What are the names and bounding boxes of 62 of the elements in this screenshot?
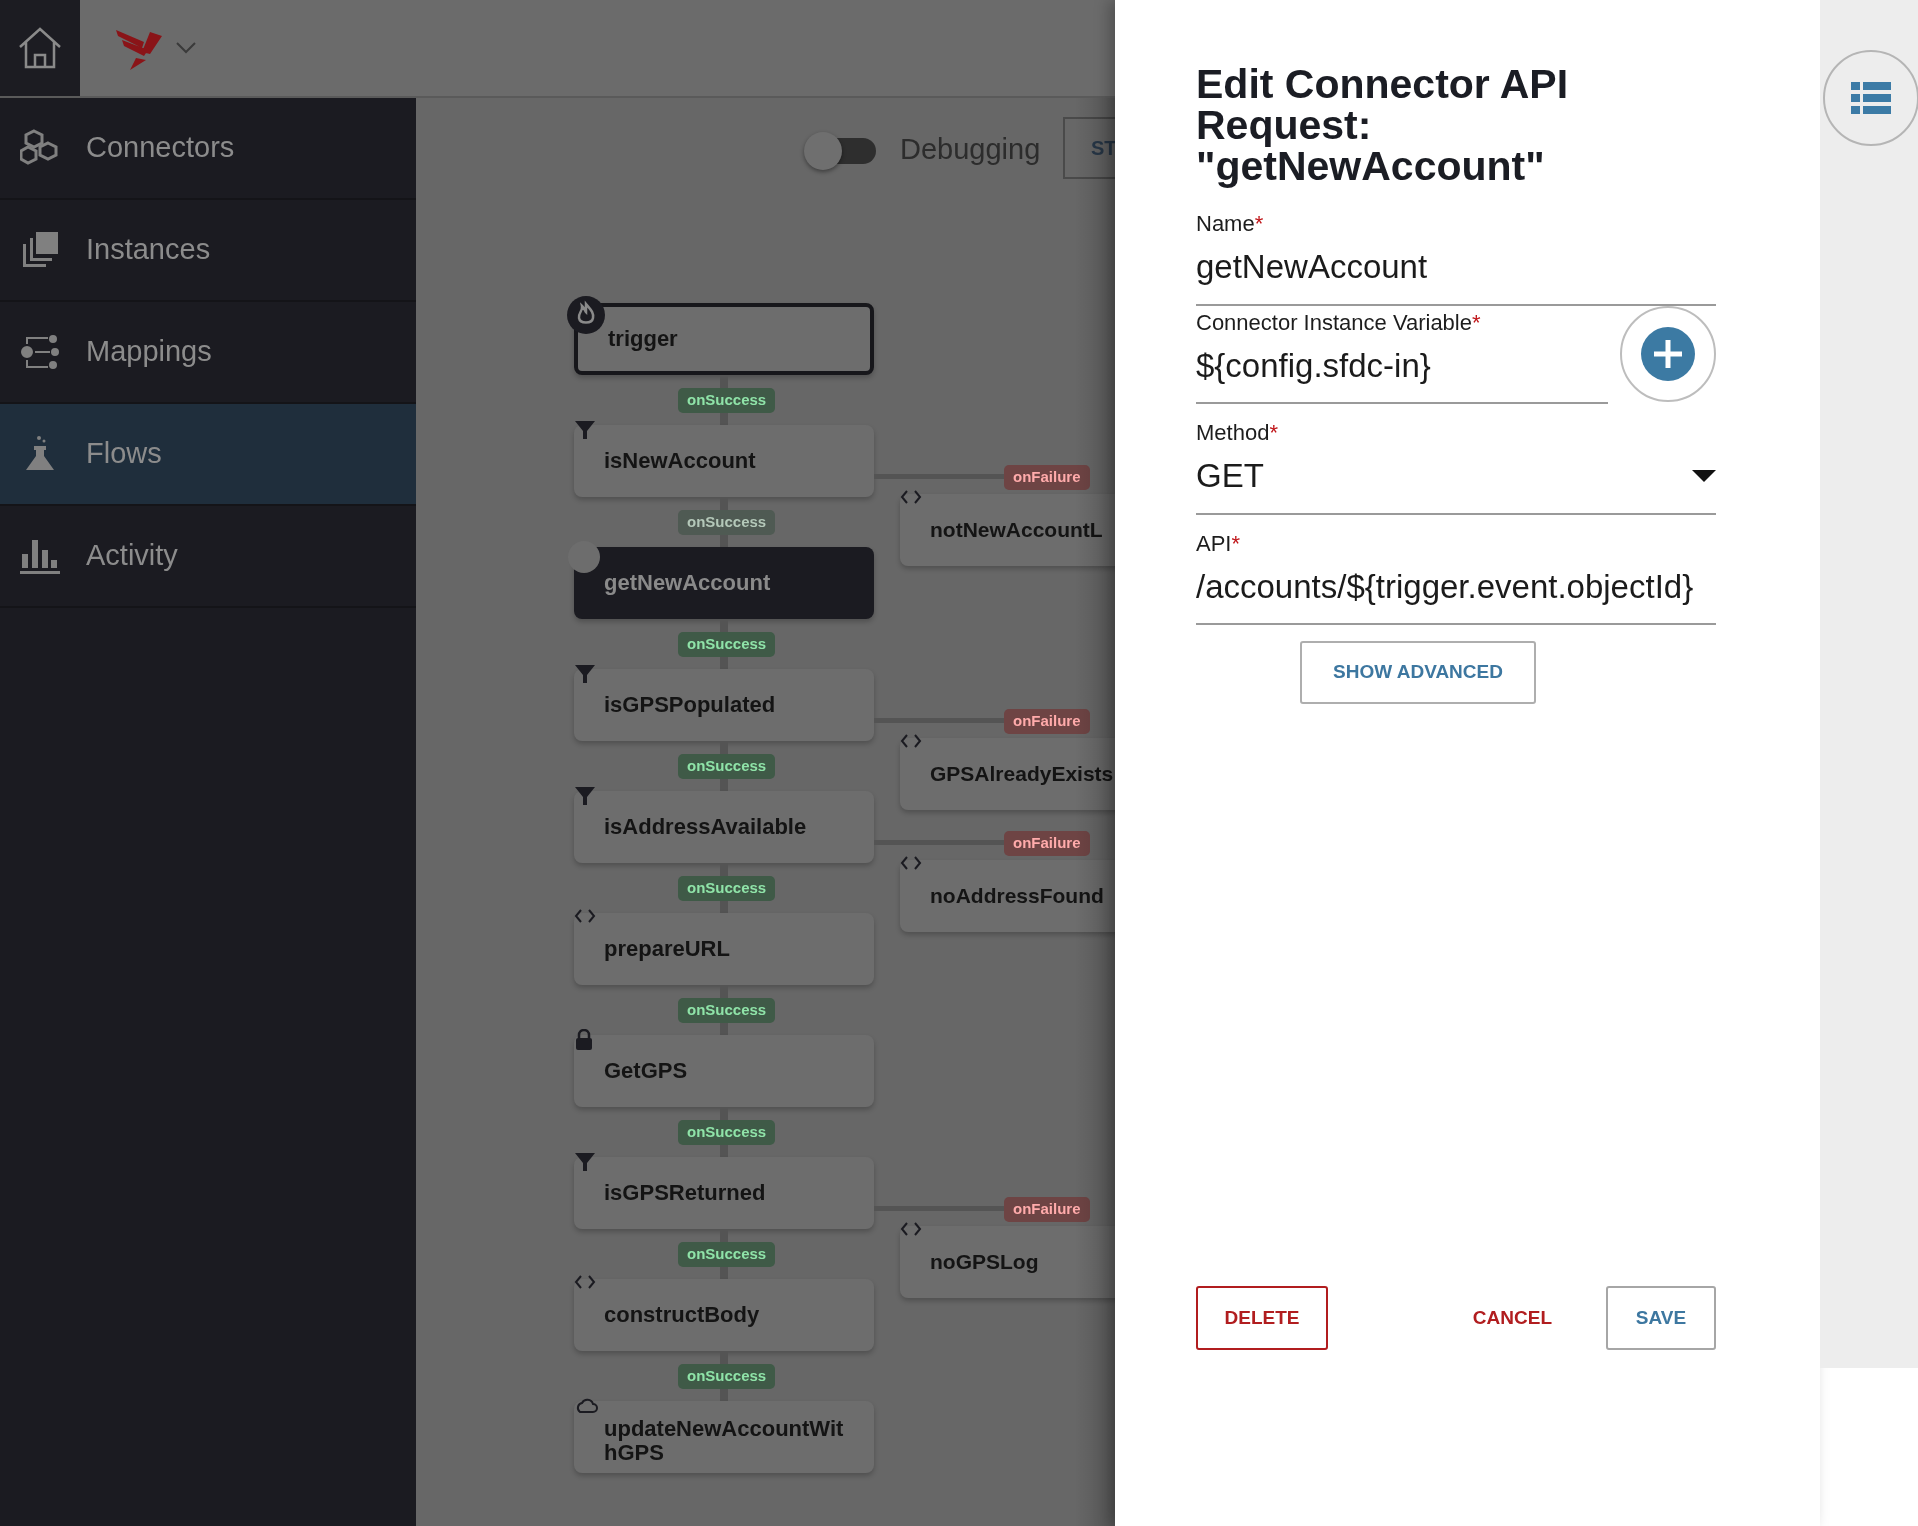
- field-label: Name*: [1196, 210, 1265, 238]
- home-icon[interactable]: [17, 25, 63, 71]
- flow-node[interactable]: isGPSReturned: [574, 1157, 874, 1229]
- flow-node[interactable]: noAddressFound: [900, 860, 1115, 932]
- link-label: onSuccess: [678, 754, 776, 779]
- flow-node[interactable]: isAddressAvailable: [574, 791, 874, 863]
- link-label: onSuccess: [678, 510, 776, 535]
- flow-node[interactable]: GPSAlreadyExists: [900, 738, 1115, 810]
- input-field[interactable]: /accounts/${trigger.event.objectId}: [1196, 561, 1716, 625]
- flow-node[interactable]: notNewAccountL: [900, 494, 1115, 566]
- flame-icon: [566, 295, 606, 335]
- flow-node[interactable]: getNewAccount: [574, 547, 874, 619]
- chevron-down-icon[interactable]: [176, 42, 196, 54]
- field-label: API*: [1196, 529, 1242, 558]
- code-icon: [574, 1273, 596, 1291]
- link-label: onSuccess: [678, 1364, 776, 1389]
- filter-icon: [574, 1151, 596, 1173]
- panel-title: Edit Connector API Request: "getNewAccount": [1196, 64, 1570, 187]
- save-button[interactable]: SAVE: [1606, 1286, 1716, 1350]
- link-label: onFailure: [1004, 465, 1090, 490]
- link-label: onSuccess: [678, 1120, 776, 1145]
- field-label: Method*: [1196, 419, 1279, 447]
- input-field[interactable]: ${config.sfdc-in}: [1196, 340, 1608, 404]
- flow-node[interactable]: trigger: [574, 303, 874, 375]
- flow-node[interactable]: GetGPS: [574, 1035, 874, 1107]
- flow-node[interactable]: prepareURL: [574, 913, 874, 985]
- code-icon: [574, 907, 596, 925]
- link-label: onSuccess: [678, 998, 776, 1023]
- input-field[interactable]: getNewAccount: [1196, 242, 1716, 306]
- link-label: onFailure: [1004, 709, 1090, 734]
- debugging-label: Debugging: [900, 132, 1041, 167]
- sidebar-item[interactable]: Flows: [0, 404, 416, 506]
- caret-icon: [1692, 469, 1716, 482]
- link-label: onSuccess: [678, 632, 776, 657]
- list-icon: [1851, 82, 1891, 114]
- link-label: onFailure: [1004, 1197, 1090, 1222]
- cancel-button[interactable]: CANCEL: [1466, 1302, 1558, 1334]
- flow-node[interactable]: isNewAccount: [574, 425, 874, 497]
- flow-node[interactable]: updateNewAccountWithGPS: [574, 1401, 874, 1473]
- code-icon: [900, 1220, 922, 1238]
- link-label: onFailure: [1004, 831, 1090, 856]
- mapping-icon: [20, 332, 60, 372]
- method-select[interactable]: GET: [1196, 451, 1716, 515]
- flow-node[interactable]: noGPSLog: [900, 1226, 1115, 1298]
- flow-node[interactable]: isGPSPopulated: [574, 669, 874, 741]
- flow-node[interactable]: constructBody: [574, 1279, 874, 1351]
- code-icon: [900, 488, 922, 506]
- filter-icon: [574, 785, 596, 807]
- link-label: onSuccess: [678, 1242, 776, 1267]
- node-badge-icon: [568, 541, 600, 573]
- field-label: Connector Instance Variable*: [1196, 308, 1482, 337]
- filter-icon: [574, 419, 596, 441]
- code-icon: [900, 732, 922, 750]
- stacked-cards-icon: [20, 230, 60, 270]
- link-label: onSuccess: [678, 876, 776, 901]
- code-icon: [900, 854, 922, 872]
- lock-icon: [574, 1029, 594, 1051]
- link-label: onSuccess: [678, 388, 776, 413]
- filter-icon: [574, 663, 596, 685]
- delete-button[interactable]: DELETE: [1196, 1286, 1328, 1350]
- show-advanced-button[interactable]: SHOW ADVANCED: [1300, 641, 1536, 704]
- plus-icon: [1641, 326, 1695, 381]
